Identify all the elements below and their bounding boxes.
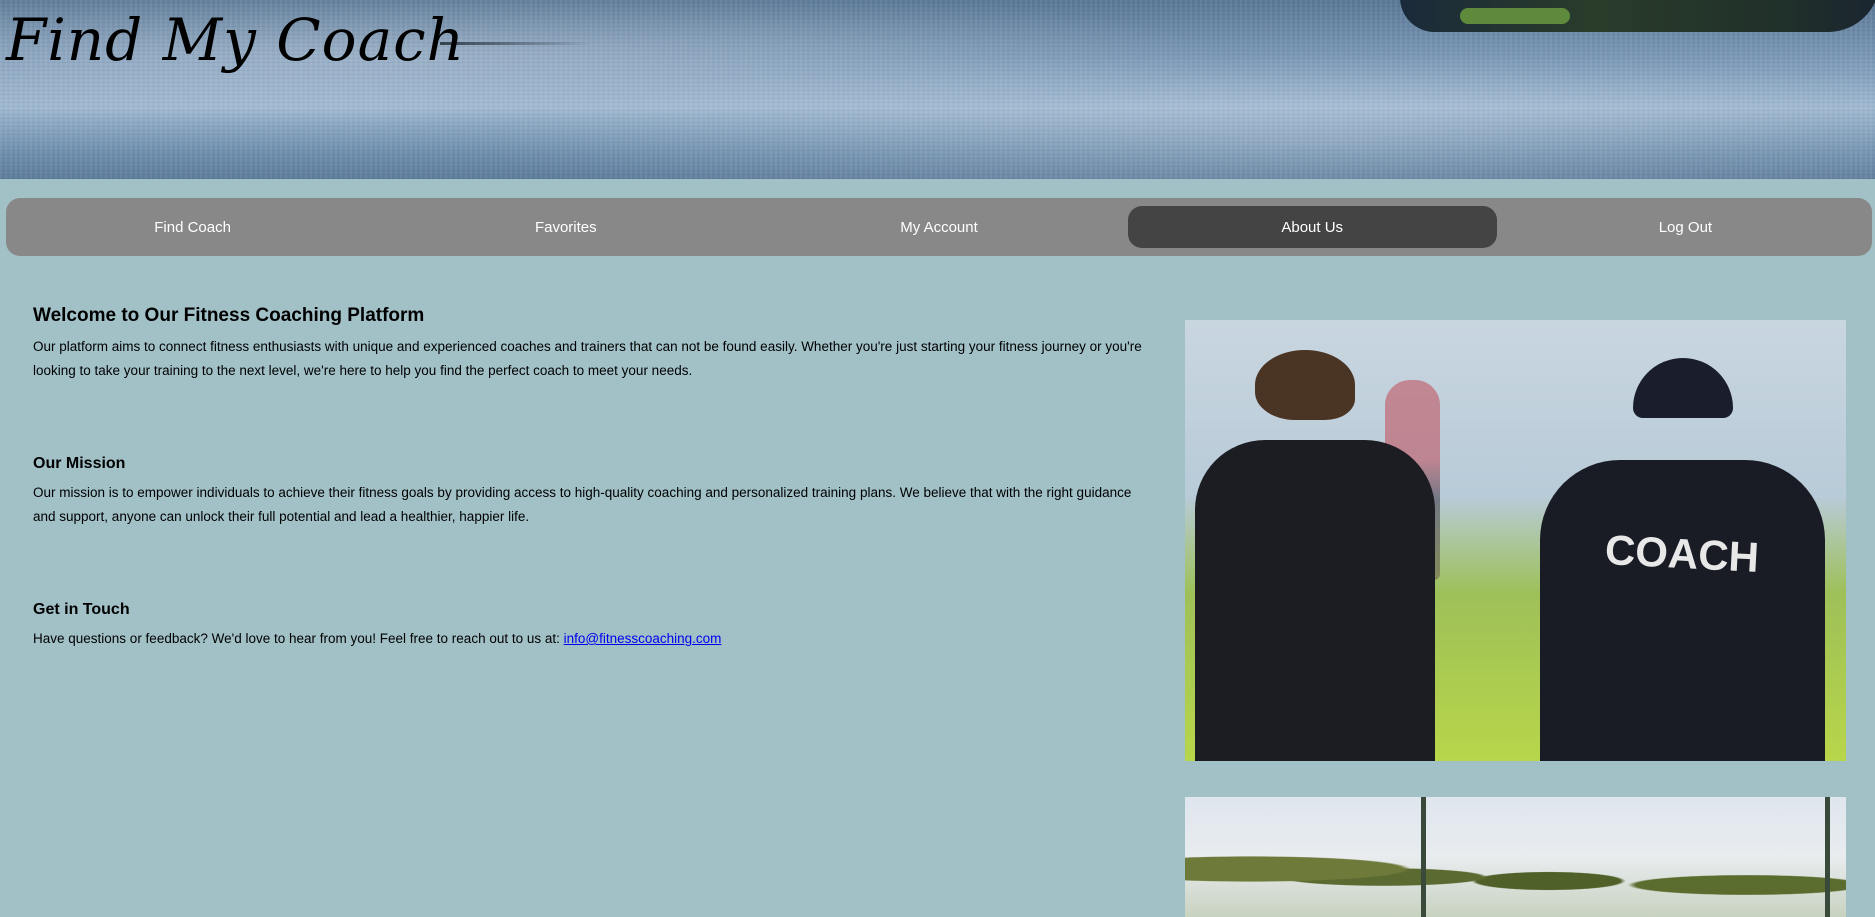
nav-item-my-account[interactable]: My Account — [754, 206, 1123, 248]
mission-text: Our mission is to empower individuals to… — [33, 485, 1132, 524]
nav-item-log-out[interactable]: Log Out — [1501, 206, 1870, 248]
header-banner: Find My Coach — [0, 0, 1875, 179]
nav-item-about-us[interactable]: About Us — [1127, 206, 1497, 248]
contact-email-link[interactable]: info@fitnesscoaching.com — [564, 631, 722, 646]
photo-coach-right — [1540, 460, 1825, 761]
mission-heading: Our Mission — [33, 455, 126, 472]
about-content: Welcome to Our Fitness Coaching Platform… — [33, 305, 1153, 723]
training-photo — [1185, 797, 1846, 917]
contact-text: Have questions or feedback? We'd love to… — [33, 627, 1153, 651]
contact-heading: Get in Touch — [33, 601, 130, 618]
welcome-text: Our platform aims to connect fitness ent… — [33, 339, 1142, 378]
photo-light-pole-2 — [1825, 797, 1830, 917]
coaches-photo: COACH — [1185, 320, 1846, 761]
photo-coach-right-cap — [1633, 358, 1733, 418]
nav-item-find-coach[interactable]: Find Coach — [8, 206, 377, 248]
welcome-section: Welcome to Our Fitness Coaching Platform… — [33, 305, 1153, 383]
photo-light-pole — [1421, 797, 1426, 917]
photo-trees — [1185, 837, 1846, 917]
mission-section: Our Mission Our mission is to empower in… — [33, 455, 1153, 529]
welcome-heading: Welcome to Our Fitness Coaching Platform — [33, 305, 425, 326]
photo-jersey-text: COACH — [1603, 526, 1761, 581]
banner-shoe-accent — [1460, 8, 1570, 24]
main-nav: Find Coach Favorites My Account About Us… — [6, 198, 1872, 256]
site-logo[interactable]: Find My Coach — [6, 6, 465, 74]
contact-section: Get in Touch Have questions or feedback?… — [33, 601, 1153, 651]
nav-item-favorites[interactable]: Favorites — [381, 206, 750, 248]
contact-text-body: Have questions or feedback? We'd love to… — [33, 631, 564, 646]
photo-coach-left — [1195, 440, 1435, 761]
